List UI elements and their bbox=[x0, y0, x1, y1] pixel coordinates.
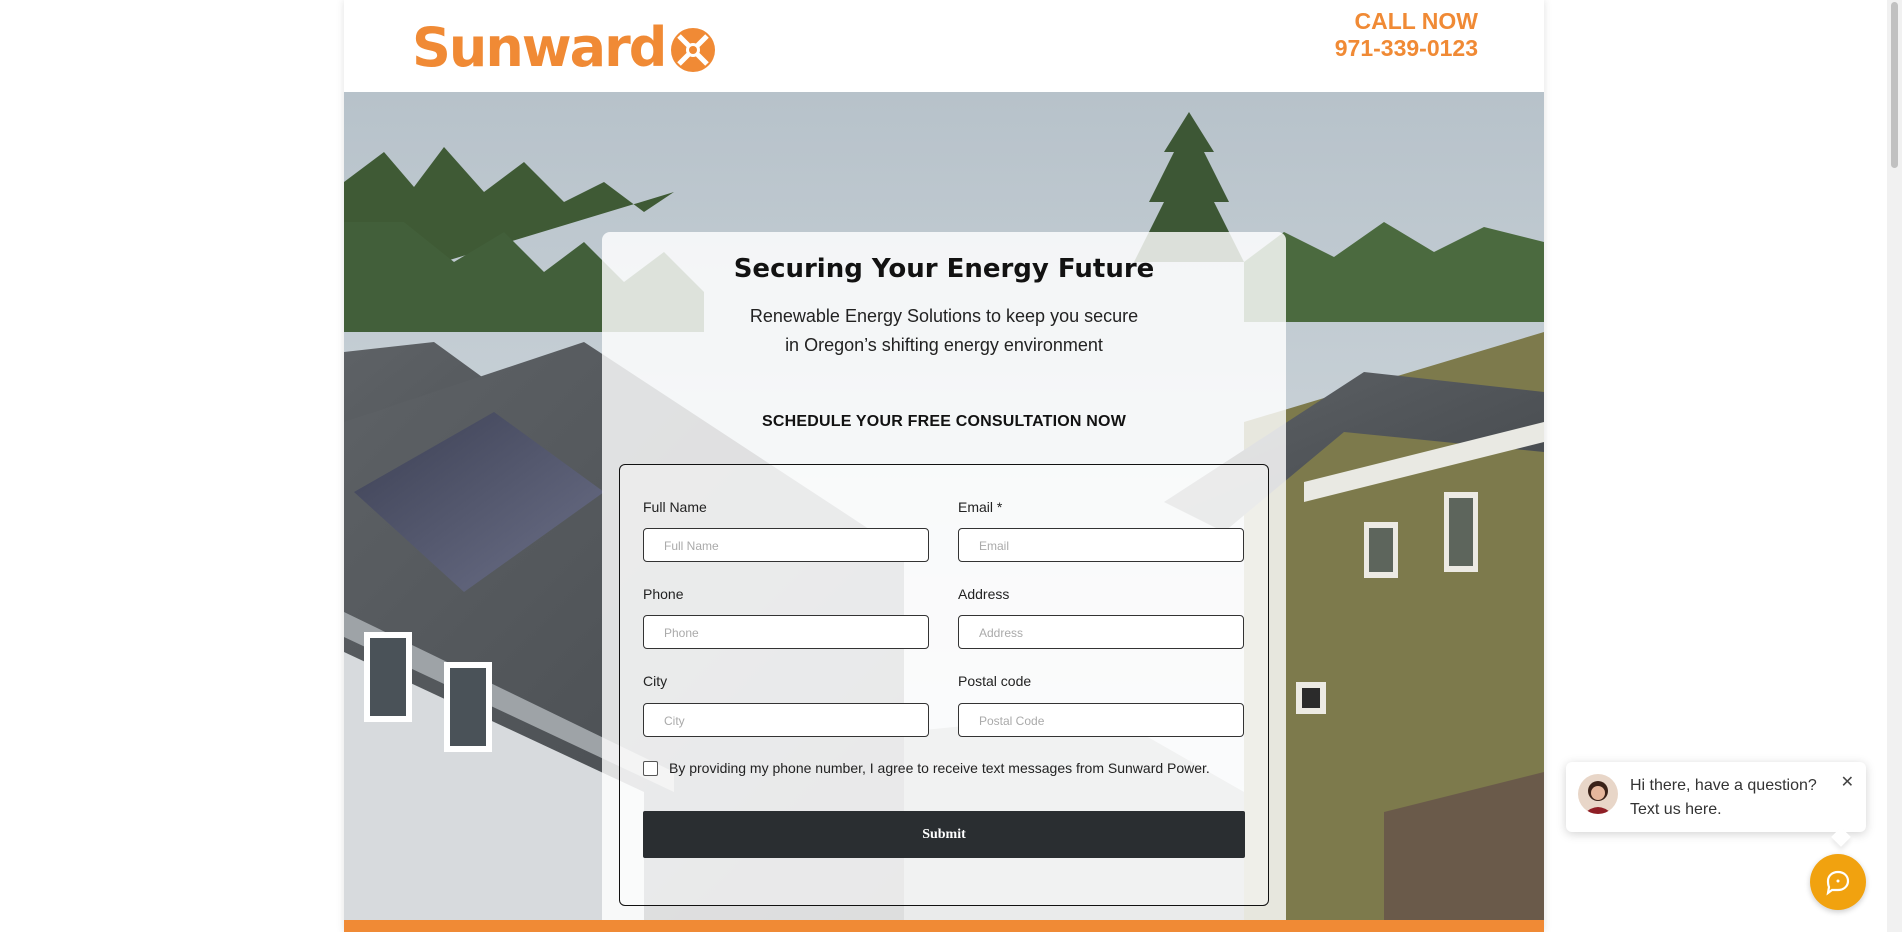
scrollbar-thumb[interactable] bbox=[1891, 2, 1898, 168]
consultation-form: Full Name Full Name Email * Email Phone … bbox=[619, 464, 1269, 906]
hero-subtitle: Renewable Energy Solutions to keep you s… bbox=[694, 302, 1194, 360]
phone-label: Phone bbox=[643, 586, 684, 602]
landing-page: Sunward CALL NOW 971-339-0123 Securing Y… bbox=[344, 0, 1544, 932]
chat-icon bbox=[1826, 870, 1850, 896]
postal-code-input[interactable]: Postal Code bbox=[958, 703, 1244, 737]
address-label: Address bbox=[958, 586, 1010, 602]
footer-accent-bar bbox=[344, 920, 1544, 932]
schedule-heading: SCHEDULE YOUR FREE CONSULTATION NOW bbox=[761, 413, 1127, 430]
phone-placeholder: Phone bbox=[664, 626, 699, 640]
email-placeholder: Email bbox=[979, 539, 1010, 553]
chat-line-2: Text us here. bbox=[1630, 801, 1722, 818]
hero-subtitle-line-1: Renewable Energy Solutions to keep you s… bbox=[749, 306, 1139, 326]
sms-consent-text: By providing my phone number, I agree to… bbox=[669, 760, 1210, 776]
full-name-label: Full Name bbox=[643, 499, 707, 515]
site-header: Sunward CALL NOW 971-339-0123 bbox=[344, 0, 1544, 92]
sms-consent: By providing my phone number, I agree to… bbox=[643, 760, 1210, 776]
address-input[interactable]: Address bbox=[958, 615, 1244, 649]
phone-number-link[interactable]: 971-339-0123 bbox=[1335, 35, 1478, 62]
city-placeholder: City bbox=[664, 714, 685, 728]
close-icon[interactable]: ✕ bbox=[1841, 772, 1854, 792]
submit-button[interactable]: Submit bbox=[643, 811, 1245, 858]
logo-wordmark: Sunward bbox=[412, 16, 667, 79]
full-name-placeholder: Full Name bbox=[664, 539, 719, 553]
call-now-label: CALL NOW bbox=[1354, 8, 1478, 34]
phone-input[interactable]: Phone bbox=[643, 615, 929, 649]
city-input[interactable]: City bbox=[643, 703, 929, 737]
page-scrollbar[interactable] bbox=[1887, 0, 1902, 932]
chat-prompt-bubble[interactable]: Hi there, have a question? Text us here.… bbox=[1566, 762, 1866, 832]
email-input[interactable]: Email bbox=[958, 528, 1244, 562]
call-now-block[interactable]: CALL NOW 971-339-0123 bbox=[1335, 8, 1478, 62]
agent-avatar bbox=[1578, 774, 1618, 814]
hero-subtitle-line-2: in Oregon’s shifting energy environment bbox=[785, 335, 1103, 355]
email-label: Email * bbox=[958, 499, 1003, 515]
postal-code-placeholder: Postal Code bbox=[979, 714, 1045, 728]
address-placeholder: Address bbox=[979, 626, 1024, 640]
chat-prompt-text: Hi there, have a question? Text us here. bbox=[1630, 774, 1817, 822]
postal-code-label: Postal code bbox=[958, 673, 1032, 689]
chat-line-1: Hi there, have a question? bbox=[1630, 777, 1817, 794]
chat-launcher-button[interactable] bbox=[1810, 854, 1866, 910]
sun-logo-icon bbox=[671, 28, 716, 72]
sms-consent-checkbox[interactable] bbox=[643, 760, 658, 776]
hero-title: Securing Your Energy Future bbox=[733, 254, 1155, 284]
city-label: City bbox=[643, 673, 668, 689]
full-name-input[interactable]: Full Name bbox=[643, 528, 929, 562]
hero-section: Securing Your Energy Future Renewable En… bbox=[344, 92, 1544, 920]
consultation-card: Securing Your Energy Future Renewable En… bbox=[602, 232, 1286, 920]
sunward-logo[interactable]: Sunward bbox=[412, 18, 717, 78]
